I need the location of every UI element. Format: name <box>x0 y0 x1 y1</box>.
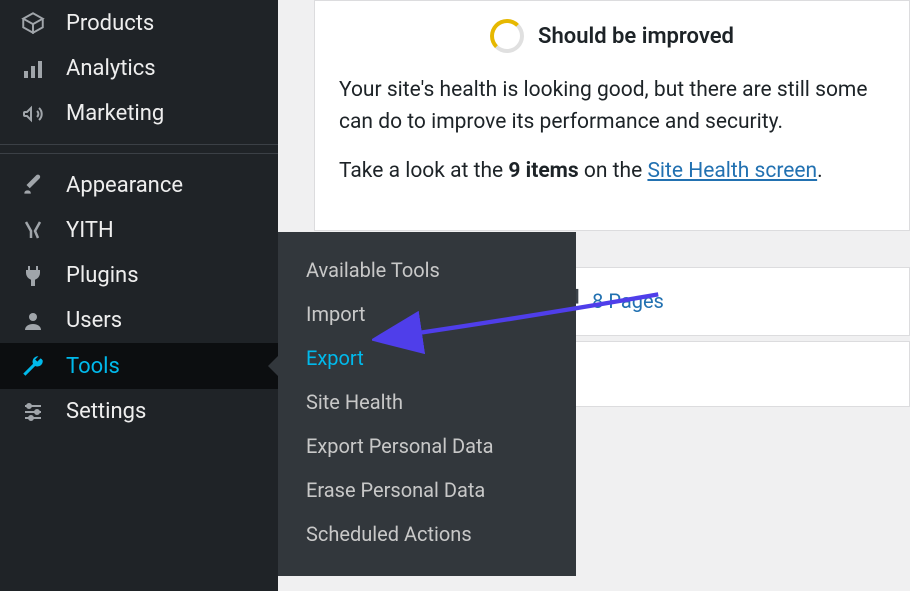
sidebar-item-appearance[interactable]: Appearance <box>0 162 278 208</box>
tools-submenu: Available Tools Import Export Site Healt… <box>278 232 576 576</box>
sidebar-item-label: Analytics <box>66 56 156 81</box>
plug-icon <box>18 264 48 288</box>
sidebar-item-label: Plugins <box>66 263 139 288</box>
submenu-site-health[interactable]: Site Health <box>278 380 576 424</box>
sidebar-item-settings[interactable]: Settings <box>0 389 278 434</box>
sidebar-item-yith[interactable]: YITH <box>0 208 278 253</box>
sidebar-item-label: Marketing <box>66 101 164 126</box>
yith-icon <box>18 219 48 243</box>
user-icon <box>18 309 48 333</box>
sidebar-item-users[interactable]: Users <box>0 298 278 343</box>
admin-sidebar: Products Analytics Marketing Appearance … <box>0 0 278 591</box>
health-description-1: Your site's health is looking good, but … <box>339 75 885 138</box>
submenu-export-personal-data[interactable]: Export Personal Data <box>278 424 576 468</box>
sidebar-item-analytics[interactable]: Analytics <box>0 46 278 91</box>
submenu-scheduled-actions[interactable]: Scheduled Actions <box>278 512 576 556</box>
box-icon <box>18 10 48 36</box>
wrench-icon <box>18 353 48 379</box>
health-status-label: Should be improved <box>538 24 734 49</box>
health-status-header: Should be improved <box>339 19 885 53</box>
sidebar-item-marketing[interactable]: Marketing <box>0 91 278 136</box>
site-health-widget: Should be improved Your site's health is… <box>314 0 910 231</box>
submenu-export[interactable]: Export <box>278 336 576 380</box>
sidebar-item-label: Products <box>66 11 154 36</box>
megaphone-icon <box>18 102 48 126</box>
sidebar-item-label: Users <box>66 308 122 333</box>
progress-circle-icon <box>490 19 524 53</box>
sidebar-item-tools[interactable]: Tools <box>0 343 278 389</box>
sliders-icon <box>18 400 48 424</box>
sidebar-item-label: Settings <box>66 399 146 424</box>
bar-chart-icon <box>18 57 48 81</box>
submenu-import[interactable]: Import <box>278 292 576 336</box>
sidebar-item-label: Tools <box>66 354 120 379</box>
sidebar-item-plugins[interactable]: Plugins <box>0 253 278 298</box>
menu-separator <box>0 144 278 154</box>
submenu-available-tools[interactable]: Available Tools <box>278 248 576 292</box>
sidebar-item-products[interactable]: Products <box>0 0 278 46</box>
pages-count-link[interactable]: 8 Pages <box>592 289 664 313</box>
items-count: 9 items <box>508 159 578 183</box>
brush-icon <box>18 172 48 198</box>
sidebar-item-label: Appearance <box>66 173 183 198</box>
health-description-2: Take a look at the 9 items on the Site H… <box>339 156 885 188</box>
site-health-link[interactable]: Site Health screen <box>647 159 817 183</box>
submenu-erase-personal-data[interactable]: Erase Personal Data <box>278 468 576 512</box>
sidebar-item-label: YITH <box>66 218 114 243</box>
